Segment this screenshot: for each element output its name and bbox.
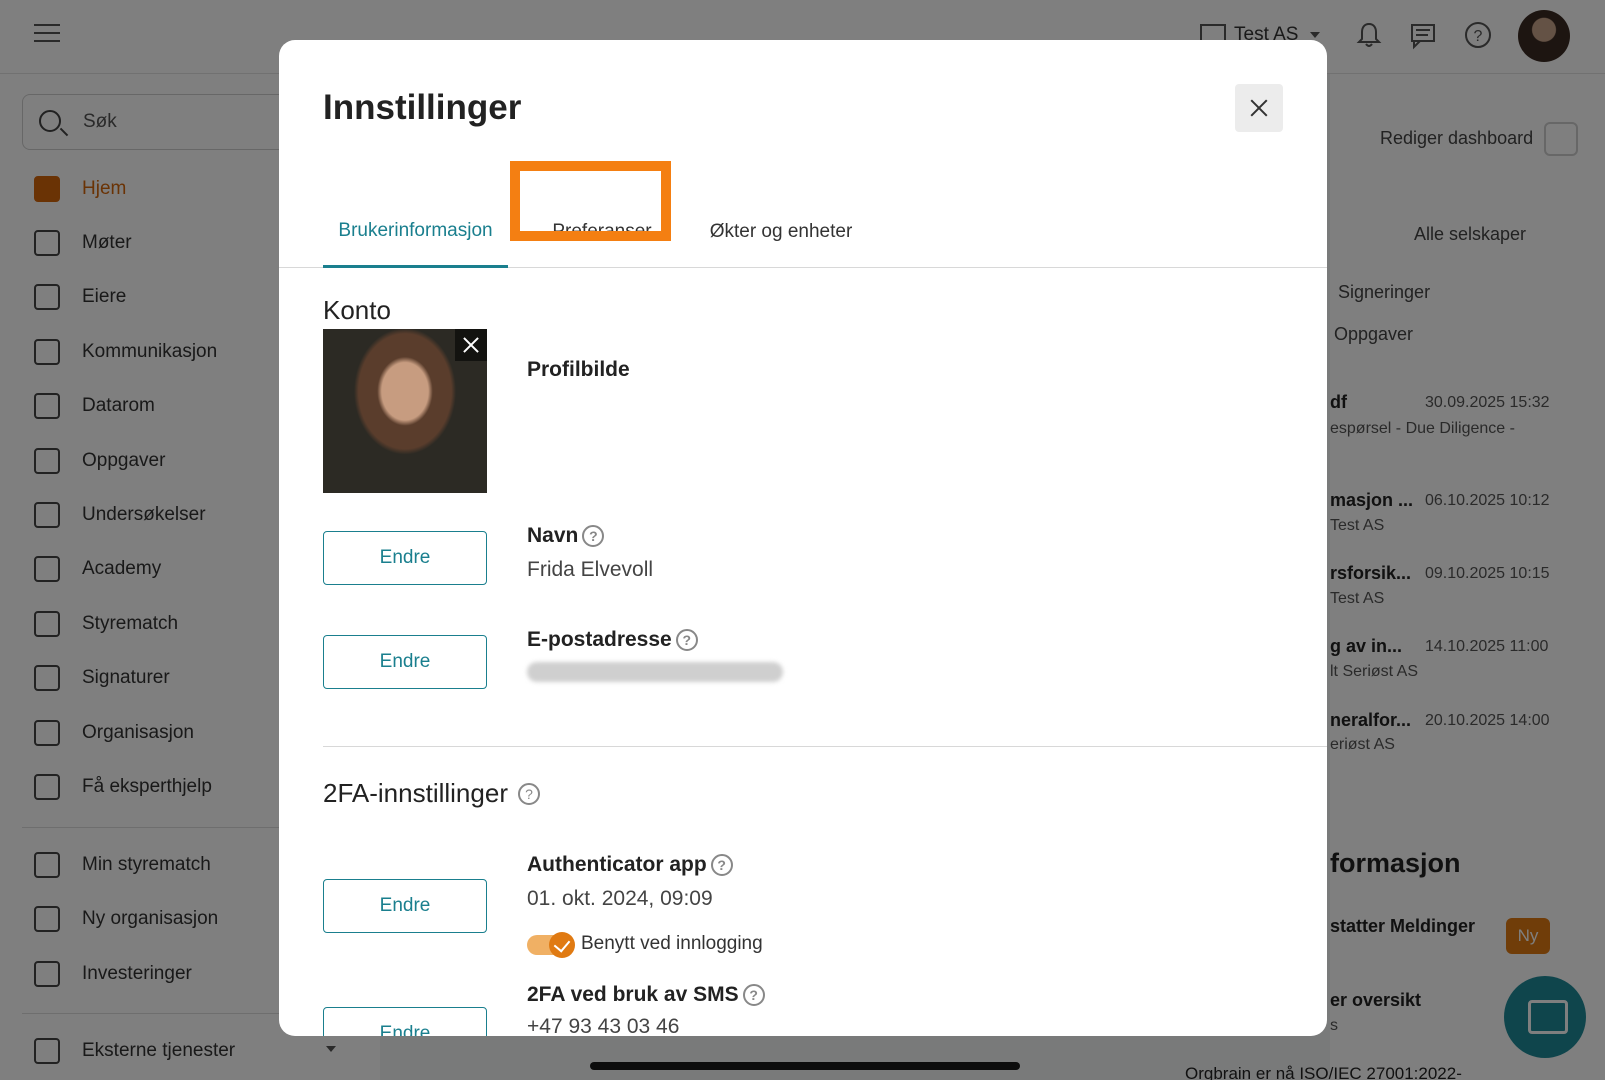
edit-sms-button[interactable]: Endre	[323, 1007, 487, 1036]
tab-preferanser[interactable]: Preferanser	[523, 196, 681, 268]
dialog-title: Innstillinger	[323, 88, 522, 127]
tab-brukerinformasjon[interactable]: Brukerinformasjon	[323, 196, 508, 268]
profile-picture-label: Profilbilde	[527, 358, 630, 381]
close-icon[interactable]	[1235, 84, 1283, 132]
email-label: E-postadresse	[527, 628, 672, 651]
authenticator-field-label: Authenticator app ?	[527, 853, 733, 877]
authenticator-date: 01. okt. 2024, 09:09	[527, 887, 713, 910]
help-icon[interactable]: ?	[517, 782, 540, 805]
remove-picture-icon[interactable]	[455, 329, 487, 361]
help-icon[interactable]: ?	[710, 854, 733, 876]
checkmark-icon	[549, 932, 575, 958]
tab-okter-og-enheter[interactable]: Økter og enheter	[681, 196, 881, 268]
help-icon[interactable]: ?	[742, 984, 765, 1006]
sms-field-label: 2FA ved bruk av SMS ?	[527, 983, 765, 1007]
name-label: Navn	[527, 524, 579, 547]
edit-authenticator-button[interactable]: Endre	[323, 879, 487, 933]
use-on-login-label: Benytt ved innlogging	[581, 933, 763, 954]
edit-name-button[interactable]: Endre	[323, 531, 487, 585]
profile-picture[interactable]	[323, 329, 487, 493]
sms-label: 2FA ved bruk av SMS	[527, 983, 739, 1006]
help-icon[interactable]: ?	[582, 525, 605, 547]
email-value-redacted	[527, 662, 783, 682]
email-field-label: E-postadresse ?	[527, 628, 698, 652]
section-title-konto: Konto	[323, 295, 391, 326]
use-on-login-toggle[interactable]	[527, 932, 575, 958]
edit-email-button[interactable]: Endre	[323, 635, 487, 689]
section-title-text: Konto	[323, 295, 391, 325]
section-title-text: 2FA-innstillinger	[323, 778, 508, 808]
help-icon[interactable]: ?	[675, 629, 698, 651]
name-value: Frida Elvevoll	[527, 558, 654, 581]
settings-dialog: Innstillinger Brukerinformasjon Preferan…	[279, 40, 1327, 1036]
section-divider	[323, 746, 1327, 747]
section-title-2fa: 2FA-innstillinger ?	[323, 778, 540, 809]
tab-bar: Brukerinformasjon Preferanser Økter og e…	[279, 196, 1327, 268]
sms-number: +47 93 43 03 46	[527, 1015, 680, 1036]
name-field-label: Navn ?	[527, 524, 605, 548]
authenticator-label: Authenticator app	[527, 853, 707, 876]
